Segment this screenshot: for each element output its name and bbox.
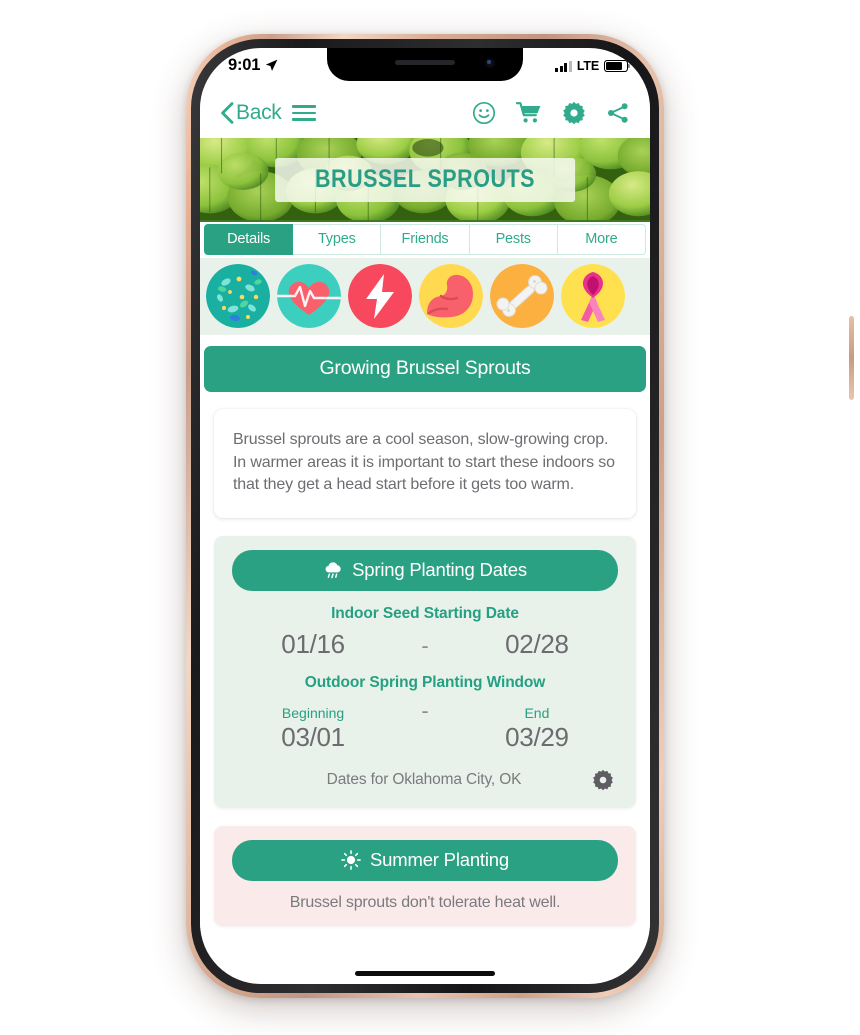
- section-tab-bar: Details Types Friends Pests More: [200, 222, 650, 258]
- spring-planting-header[interactable]: Spring Planting Dates: [232, 550, 618, 592]
- battery-icon: [604, 60, 631, 72]
- indoor-start-col: 01/16: [232, 629, 394, 660]
- outdoor-date-separator: -: [421, 698, 429, 724]
- home-indicator[interactable]: [355, 971, 495, 976]
- heart-pulse-icon[interactable]: [277, 264, 341, 328]
- outdoor-date-row: Beginning 03/01 - End 03/29: [232, 698, 618, 753]
- summer-planting-header[interactable]: Summer Planting: [232, 840, 618, 882]
- nav-actions-group: [472, 101, 630, 125]
- back-button[interactable]: Back: [220, 101, 282, 125]
- gear-icon[interactable]: [592, 769, 614, 791]
- sun-icon: [341, 850, 361, 871]
- front-camera: [485, 58, 495, 68]
- status-time-label: 9:01: [228, 56, 261, 74]
- outdoor-end-col: End 03/29: [456, 705, 618, 753]
- tab-friends[interactable]: Friends: [381, 224, 470, 255]
- outdoor-end-date: 03/29: [505, 722, 569, 753]
- bone-icon[interactable]: [490, 264, 554, 328]
- health-benefit-icon-strip: [200, 258, 650, 335]
- phone-device-frame: 9:01 LTE Back BRUSSEL SPROUTS Details Ty…: [186, 34, 854, 998]
- share-icon[interactable]: [606, 101, 630, 125]
- location-row: Dates for Oklahoma City, OK: [232, 769, 618, 791]
- summer-planting-title: Summer Planting: [370, 849, 509, 871]
- page-title: BRUSSEL SPROUTS: [315, 165, 535, 193]
- indoor-seed-label: Indoor Seed Starting Date: [331, 605, 519, 623]
- location-arrow-icon: [266, 59, 278, 71]
- outdoor-start-col: Beginning 03/01: [232, 705, 394, 753]
- status-bar-right: LTE: [555, 59, 631, 73]
- tab-types[interactable]: Types: [293, 224, 382, 255]
- nav-left-group: Back: [220, 101, 316, 125]
- gear-icon[interactable]: [562, 101, 586, 125]
- scroll-content: Brussel sprouts are a cool season, slow-…: [200, 409, 650, 929]
- spring-planting-title: Spring Planting Dates: [352, 559, 527, 581]
- cancer-ribbon-icon[interactable]: [561, 264, 625, 328]
- smiley-icon[interactable]: [472, 101, 496, 125]
- phone-screen-bezel: 9:01 LTE Back BRUSSEL SPROUTS Details Ty…: [200, 48, 650, 984]
- hamburger-menu-icon[interactable]: [291, 105, 316, 121]
- beginning-caption: Beginning: [281, 705, 345, 722]
- indoor-date-separator: -: [421, 633, 429, 659]
- hero-title-band: BRUSSEL SPROUTS: [275, 158, 575, 202]
- indoor-seed-date-row: 01/16 - 02/28: [232, 629, 618, 660]
- back-button-label: Back: [236, 101, 282, 124]
- spring-planting-card: Spring Planting Dates Indoor Seed Starti…: [214, 536, 636, 809]
- app-nav-bar: Back: [200, 88, 650, 138]
- chevron-left-icon: [221, 102, 234, 124]
- cart-icon[interactable]: [516, 101, 542, 125]
- device-notch: [327, 48, 523, 81]
- location-label: Dates for Oklahoma City, OK: [326, 771, 522, 789]
- energy-bolt-icon[interactable]: [348, 264, 412, 328]
- indoor-end-col: 02/28: [456, 629, 618, 660]
- outdoor-start-date: 03/01: [281, 722, 345, 753]
- app-screen: 9:01 LTE Back BRUSSEL SPROUTS Details Ty…: [200, 48, 650, 984]
- microbiome-icon[interactable]: [206, 264, 270, 328]
- tab-details[interactable]: Details: [204, 224, 294, 255]
- end-caption: End: [524, 705, 550, 722]
- indoor-end-date: 02/28: [505, 629, 569, 660]
- screenshot-stage: 9:01 LTE Back BRUSSEL SPROUTS Details Ty…: [0, 0, 860, 1035]
- description-card: Brussel sprouts are a cool season, slow-…: [214, 409, 636, 519]
- signal-bars-icon: [555, 60, 572, 72]
- network-type-label: LTE: [576, 59, 599, 73]
- indoor-start-date: 01/16: [281, 629, 345, 660]
- hero-banner: BRUSSEL SPROUTS: [200, 138, 650, 222]
- tab-pests[interactable]: Pests: [469, 224, 558, 255]
- phone-inner-bezel: 9:01 LTE Back BRUSSEL SPROUTS Details Ty…: [191, 39, 659, 993]
- earpiece-speaker: [395, 60, 455, 65]
- outdoor-window-label: Outdoor Spring Planting Window: [304, 674, 546, 692]
- section-header: Growing Brussel Sprouts: [204, 346, 646, 392]
- power-button[interactable]: [849, 316, 854, 400]
- tab-more[interactable]: More: [557, 224, 647, 255]
- summer-planting-note: Brussel sprouts don't tolerate heat well…: [289, 894, 561, 912]
- summer-planting-card: Summer Planting Brussel sprouts don't to…: [214, 826, 636, 927]
- status-bar-left: 9:01: [228, 56, 278, 75]
- muscle-arm-icon[interactable]: [419, 264, 483, 328]
- rain-cloud-icon: [325, 562, 341, 579]
